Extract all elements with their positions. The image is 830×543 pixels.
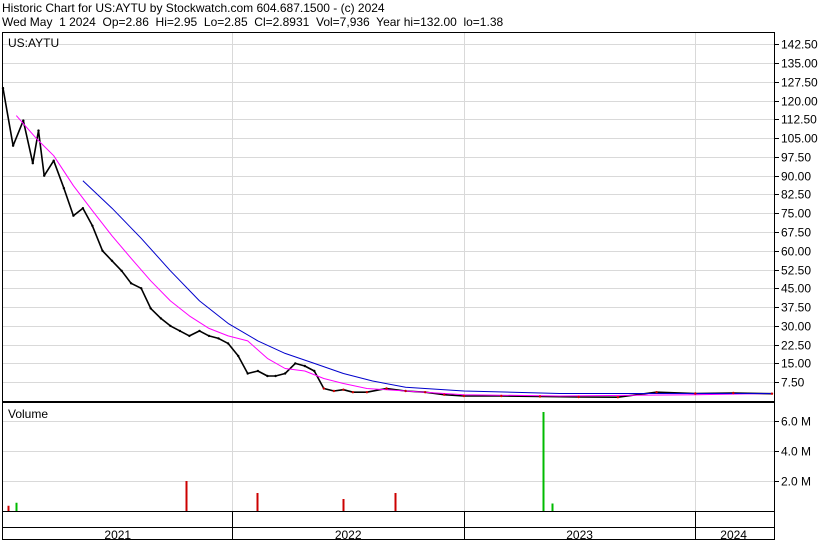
price-point <box>91 224 94 227</box>
price-point <box>43 174 46 177</box>
price-point <box>81 207 85 210</box>
price-point <box>62 187 66 190</box>
price-point <box>770 392 774 395</box>
price-tick-label: 90.00 <box>781 170 811 184</box>
price-tick-label: 142.50 <box>781 38 818 52</box>
price-point <box>732 391 735 395</box>
price-tick-label: 60.00 <box>781 245 811 259</box>
price-point <box>37 129 40 132</box>
volume-tick-label: 4.0 M <box>781 445 811 459</box>
price-tick-label: 105.00 <box>781 132 818 146</box>
price-point <box>655 391 658 394</box>
price-point <box>577 395 580 399</box>
volume-tick-label: 2.0 M <box>781 475 811 489</box>
year-label: 2024 <box>720 528 747 542</box>
price-point <box>342 388 345 391</box>
price-point <box>129 282 133 285</box>
price-tick-label: 112.50 <box>781 113 817 127</box>
price-tick-label: 37.50 <box>781 301 811 315</box>
price-point <box>237 354 240 358</box>
price-tick-label: 97.50 <box>781 151 811 165</box>
price-point <box>694 392 697 395</box>
price-point <box>246 372 249 375</box>
price-point <box>101 249 104 252</box>
price-point <box>198 329 201 333</box>
volume-panel <box>2 402 775 512</box>
year-label: 2021 <box>104 528 131 542</box>
price-point <box>385 387 388 390</box>
price-point <box>256 369 260 373</box>
year-label: 2022 <box>335 528 362 542</box>
price-point <box>52 159 55 162</box>
stock-chart: 142.50 135.00 127.50 120.00 112.50 105.00 97.5… <box>1 32 818 542</box>
price-point <box>404 389 407 393</box>
price-point <box>365 391 369 394</box>
price-point <box>169 324 172 328</box>
price-point <box>322 387 325 390</box>
price-point <box>500 394 503 398</box>
price-tick-label: 7.50 <box>781 376 805 390</box>
price-point <box>149 307 152 310</box>
price-point <box>22 119 25 122</box>
year-label: 2023 <box>566 528 593 542</box>
price-point <box>303 364 306 368</box>
price-tick-label: 120.00 <box>781 95 818 109</box>
volume-tick-label: 6.0 M <box>781 415 811 429</box>
price-tick-label: 127.50 <box>781 76 818 90</box>
price-point <box>616 396 620 399</box>
price-point <box>120 269 123 272</box>
price-point <box>207 334 211 338</box>
symbol-label: US:AYTU <box>8 36 59 50</box>
price-point <box>538 395 542 398</box>
price-tick-label: 45.00 <box>781 282 811 296</box>
price-point <box>140 287 143 290</box>
price-point <box>351 391 355 394</box>
price-tick-label: 75.00 <box>781 207 811 221</box>
volume-label: Volume <box>8 407 48 421</box>
price-point <box>110 259 114 262</box>
price-point <box>443 393 446 396</box>
price-tick-label: 67.50 <box>781 226 811 240</box>
price-point <box>178 329 182 333</box>
price-tick-label: 15.00 <box>781 357 811 371</box>
price-point <box>188 334 191 338</box>
price-point <box>462 394 466 398</box>
price-tick-label: 82.50 <box>781 188 811 202</box>
price-point <box>159 317 163 320</box>
price-point <box>274 374 277 378</box>
price-point <box>332 389 336 393</box>
price-point <box>283 372 287 375</box>
price-point <box>424 391 427 394</box>
price-tick-label: 30.00 <box>781 320 811 334</box>
price-point <box>11 144 15 147</box>
price-point <box>72 214 75 217</box>
price-point <box>31 162 34 165</box>
price-point <box>313 369 316 373</box>
price-point <box>266 374 269 378</box>
price-tick-label: 52.50 <box>781 264 811 278</box>
price-tick-label: 135.00 <box>781 57 818 71</box>
price-point <box>226 342 230 345</box>
price-panel <box>2 32 775 402</box>
price-tick-label: 22.50 <box>781 339 811 353</box>
price-point <box>1 86 5 90</box>
price-point <box>294 362 297 365</box>
price-point <box>217 337 220 340</box>
